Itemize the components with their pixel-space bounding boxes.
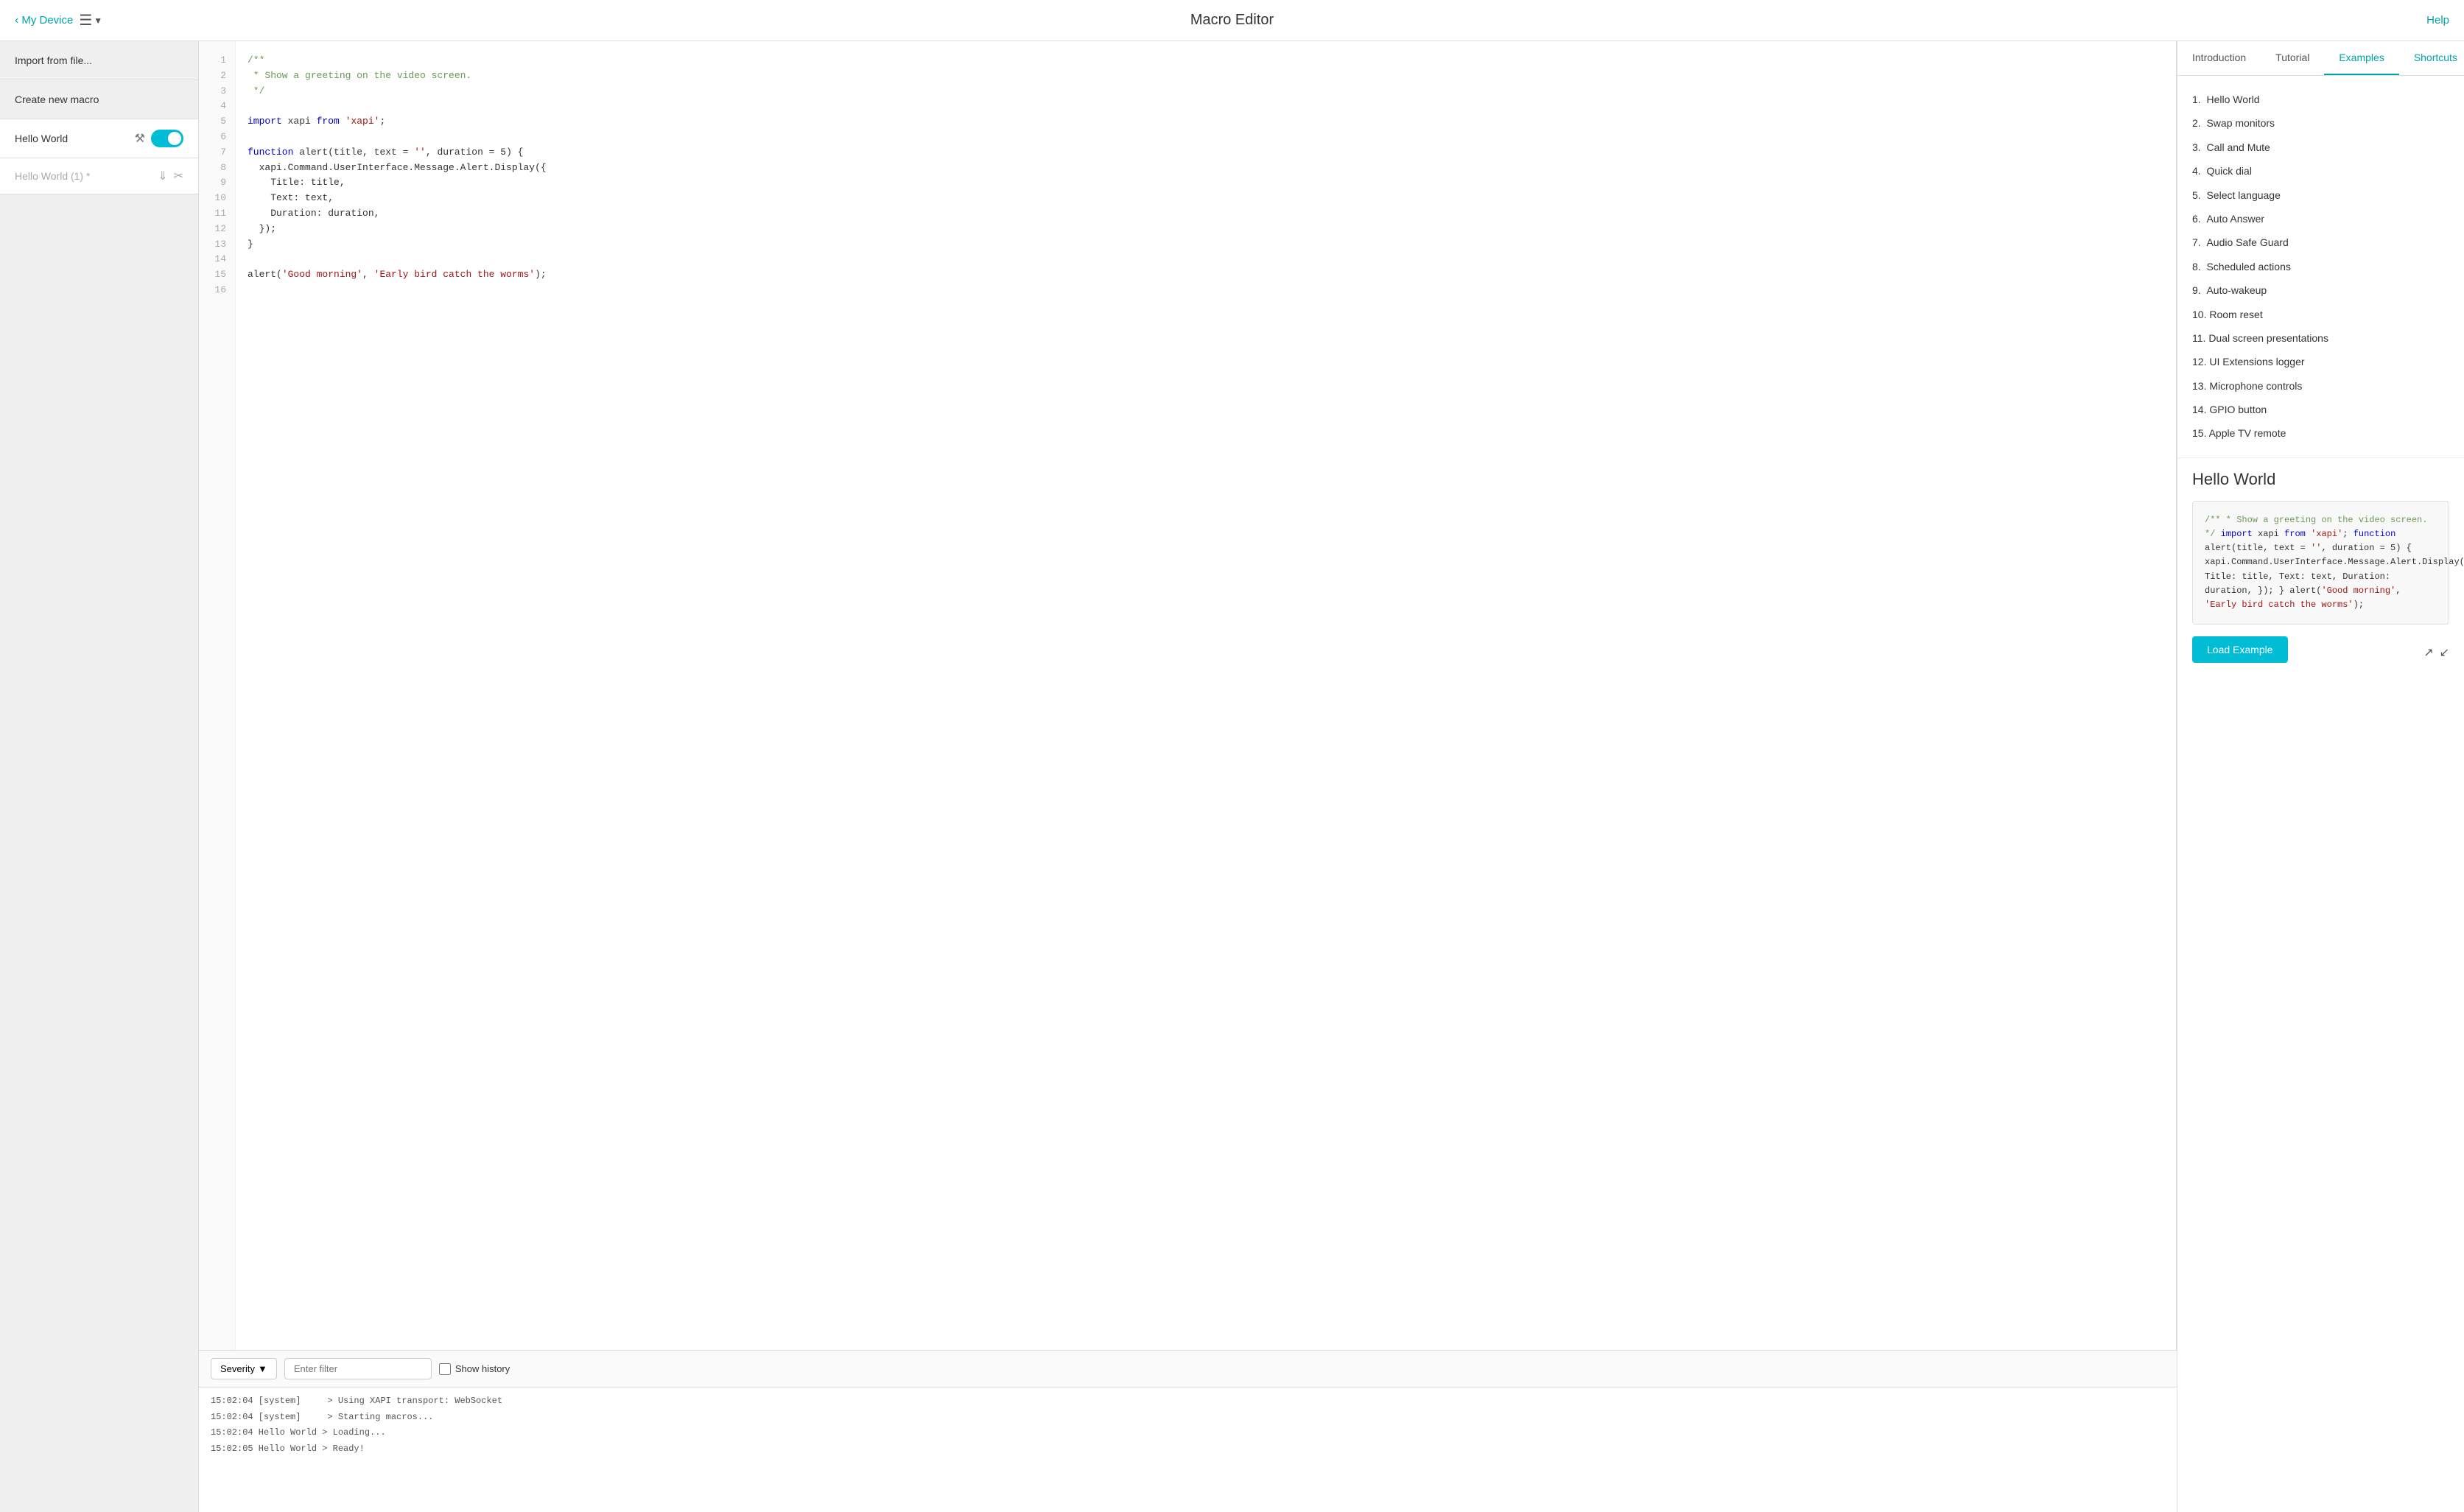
list-item[interactable]: 9. Auto-wakeup xyxy=(2192,278,2449,302)
load-row: Load Example ↗ ↙ xyxy=(2192,636,2449,663)
right-panel: Introduction Tutorial Examples Shortcuts… xyxy=(2177,41,2464,1512)
collapse-icon[interactable]: ↙ xyxy=(2440,645,2449,660)
show-history-checkbox[interactable] xyxy=(439,1363,451,1375)
macro-item[interactable]: Hello World ⚒ xyxy=(0,119,198,158)
log-content: 15:02:04 [system] > Using XAPI transport… xyxy=(199,1388,2177,1512)
tab-tutorial[interactable]: Tutorial xyxy=(2261,41,2324,75)
menu-button[interactable]: ☰ ▼ xyxy=(79,11,102,29)
back-label: My Device xyxy=(21,14,73,27)
hello-world-section: Hello World /** * Show a greeting on the… xyxy=(2177,457,2464,675)
log-line: 15:02:04 Hello World > Loading... xyxy=(211,1425,2165,1441)
menu-icon: ☰ xyxy=(79,11,92,29)
macro-delete-icon[interactable]: ✂ xyxy=(174,169,183,183)
create-macro-button[interactable]: Create new macro xyxy=(0,80,198,119)
macro-actions: ⚒ xyxy=(135,130,183,147)
list-item[interactable]: 12. UI Extensions logger xyxy=(2192,350,2449,373)
expand-icon[interactable]: ↗ xyxy=(2423,645,2433,660)
import-button[interactable]: Import from file... xyxy=(0,41,198,80)
log-area: Severity ▼ Show history 15:02:04 [system… xyxy=(199,1350,2177,1512)
topbar-right: Help xyxy=(2426,14,2449,27)
examples-list: 1. Hello World 2. Swap monitors 3. Call … xyxy=(2177,76,2464,457)
help-button[interactable]: Help xyxy=(2426,14,2449,27)
list-item[interactable]: 15. Apple TV remote xyxy=(2192,421,2449,445)
list-item[interactable]: 3. Call and Mute xyxy=(2192,136,2449,159)
right-tabs: Introduction Tutorial Examples Shortcuts xyxy=(2177,41,2464,76)
examples-ol: 1. Hello World 2. Swap monitors 3. Call … xyxy=(2192,88,2449,446)
main-layout: Import from file... Create new macro Hel… xyxy=(0,41,2464,1512)
back-arrow-icon: ‹ xyxy=(15,14,18,27)
macro-item-draft[interactable]: Hello World (1) * ⇓ ✂ xyxy=(0,158,198,194)
macro-toggle[interactable] xyxy=(151,130,183,147)
tab-examples[interactable]: Examples xyxy=(2324,41,2398,75)
code-editor[interactable]: 12345 678910 1112131415 16 /** * Show a … xyxy=(199,41,2177,1350)
toggle-slider xyxy=(151,130,183,147)
list-item[interactable]: 7. Audio Safe Guard xyxy=(2192,231,2449,254)
list-item[interactable]: 10. Room reset xyxy=(2192,303,2449,326)
list-item[interactable]: 5. Select language xyxy=(2192,183,2449,207)
show-history-label[interactable]: Show history xyxy=(439,1363,510,1375)
log-line: 15:02:04 [system] > Using XAPI transport… xyxy=(211,1393,2165,1410)
log-toolbar: Severity ▼ Show history xyxy=(199,1351,2177,1388)
severity-label: Severity xyxy=(220,1363,255,1374)
macro-name: Hello World xyxy=(15,133,68,144)
list-item[interactable]: 2. Swap monitors xyxy=(2192,111,2449,135)
back-button[interactable]: ‹ My Device xyxy=(15,14,73,27)
list-item[interactable]: 8. Scheduled actions xyxy=(2192,255,2449,278)
topbar: ‹ My Device ☰ ▼ Macro Editor Help xyxy=(0,0,2464,41)
topbar-left: ‹ My Device ☰ ▼ xyxy=(15,11,102,29)
line-numbers: 12345 678910 1112131415 16 xyxy=(199,41,236,1350)
log-line: 15:02:05 Hello World > Ready! xyxy=(211,1441,2165,1458)
load-example-button[interactable]: Load Example xyxy=(2192,636,2288,663)
list-item[interactable]: 14. GPIO button xyxy=(2192,398,2449,421)
macro-name-draft: Hello World (1) * xyxy=(15,170,90,182)
editor-area: 12345 678910 1112131415 16 /** * Show a … xyxy=(199,41,2177,1512)
menu-dropdown-icon: ▼ xyxy=(94,15,102,26)
severity-button[interactable]: Severity ▼ xyxy=(211,1358,277,1379)
tab-shortcuts[interactable]: Shortcuts xyxy=(2399,41,2464,75)
list-item[interactable]: 6. Auto Answer xyxy=(2192,207,2449,231)
list-item[interactable]: 4. Quick dial xyxy=(2192,159,2449,183)
show-history-text: Show history xyxy=(455,1363,510,1374)
page-title: Macro Editor xyxy=(1190,12,1274,29)
filter-input[interactable] xyxy=(284,1358,432,1379)
severity-dropdown-icon: ▼ xyxy=(258,1363,267,1374)
list-item[interactable]: 11. Dual screen presentations xyxy=(2192,326,2449,350)
macro-settings-icon[interactable]: ⚒ xyxy=(135,131,145,146)
list-item[interactable]: 13. Microphone controls xyxy=(2192,374,2449,398)
hello-world-title: Hello World xyxy=(2192,470,2449,489)
code-block: /** * Show a greeting on the video scree… xyxy=(2192,501,2449,625)
macro-save-icon[interactable]: ⇓ xyxy=(158,169,167,183)
code-content[interactable]: /** * Show a greeting on the video scree… xyxy=(236,41,2176,1350)
macro-draft-actions: ⇓ ✂ xyxy=(158,169,183,183)
sidebar: Import from file... Create new macro Hel… xyxy=(0,41,199,1512)
list-item[interactable]: 1. Hello World xyxy=(2192,88,2449,111)
log-line: 15:02:04 [system] > Starting macros... xyxy=(211,1410,2165,1426)
expand-icons: ↗ ↙ xyxy=(2423,645,2449,660)
tab-introduction[interactable]: Introduction xyxy=(2177,41,2261,75)
